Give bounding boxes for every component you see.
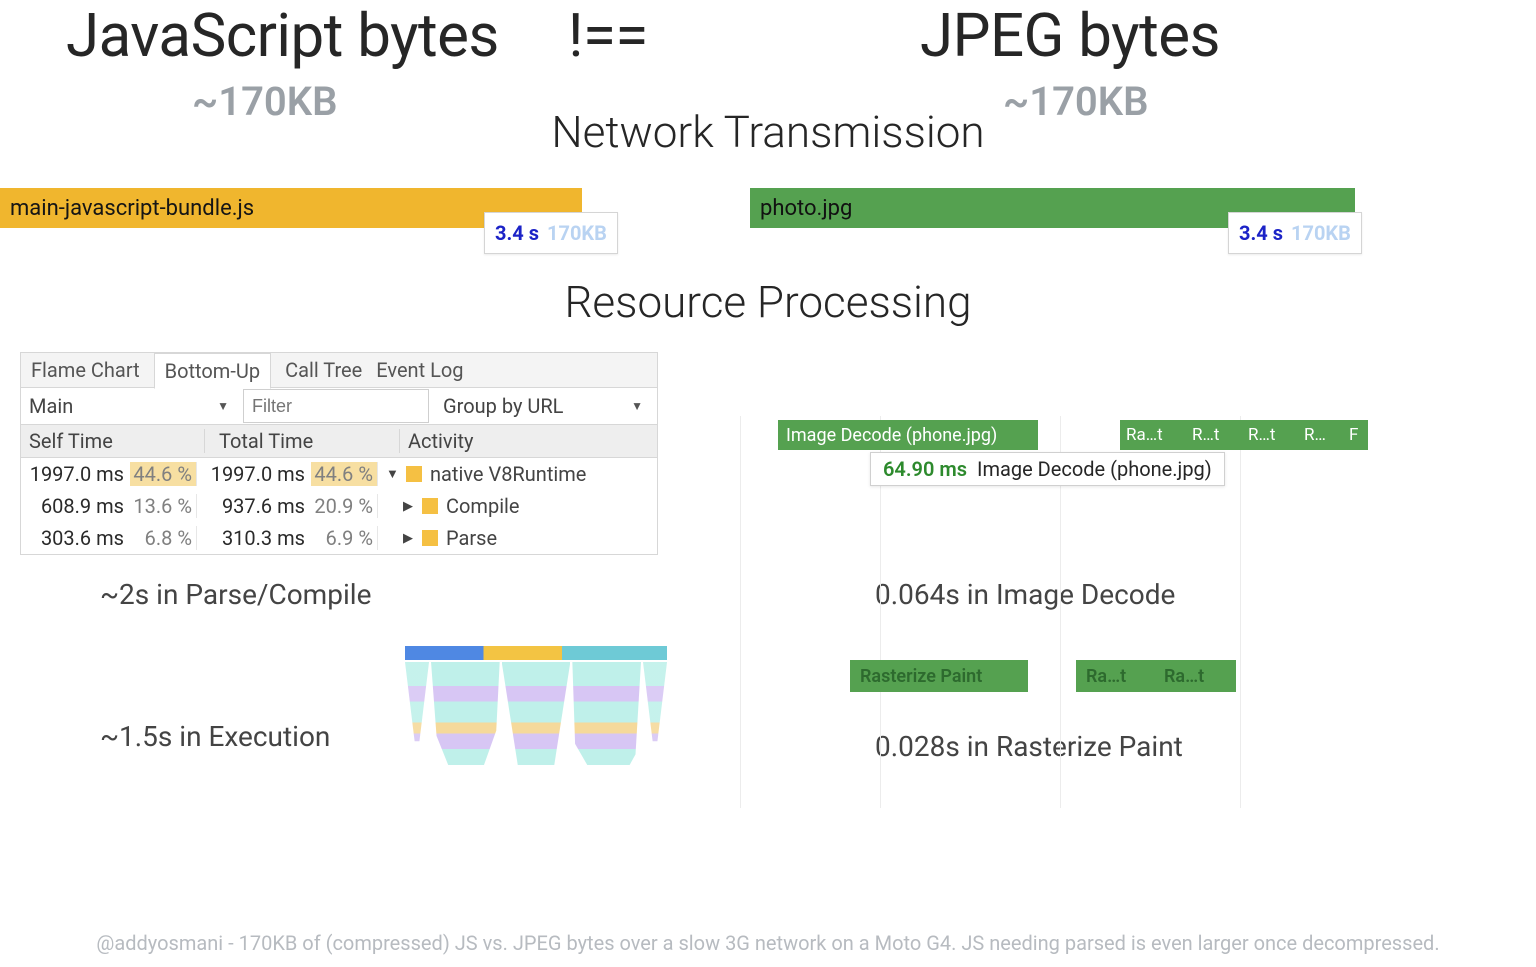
headline-left: JavaScript bytes xyxy=(66,4,499,67)
metric-rasterize-paint: 0.028s in Rasterize Paint xyxy=(875,730,1183,763)
header-total-time[interactable]: Total Time xyxy=(205,429,400,453)
network-tag-jpeg-time: 3.4 s xyxy=(1239,221,1283,245)
total-ms: 310.3 ms xyxy=(222,526,305,550)
section-resource-title: Resource Processing xyxy=(0,276,1536,328)
activity-color-icon xyxy=(406,466,422,482)
flame-chart-thumbnail xyxy=(405,646,667,792)
self-ms: 303.6 ms xyxy=(41,526,124,550)
metric-image-decode: 0.064s in Image Decode xyxy=(875,578,1175,611)
thread-select-label: Main xyxy=(29,394,73,418)
raster-chip[interactable]: Rasterize Paint xyxy=(850,660,1028,692)
network-tag-jpeg-size: 170KB xyxy=(1291,221,1351,245)
thread-select[interactable]: Main ▼ xyxy=(21,394,243,418)
activity-label: Parse xyxy=(446,526,497,550)
activity-label: native V8Runtime xyxy=(430,462,586,486)
decode-chip[interactable]: R…t xyxy=(1186,420,1244,450)
group-select-label: Group by URL xyxy=(443,394,563,418)
self-ms: 1997.0 ms xyxy=(30,462,124,486)
decode-chip[interactable]: Ra…t xyxy=(1120,420,1188,450)
self-pct: 44.6 % xyxy=(130,462,196,486)
decode-tooltip-ms: 64.90 ms xyxy=(883,457,967,481)
decode-chip[interactable]: F xyxy=(1346,420,1368,450)
decode-main-chip[interactable]: Image Decode (phone.jpg) xyxy=(778,420,1038,450)
footer-credit: @addyosmani - 170KB of (compressed) JS v… xyxy=(0,931,1536,955)
raster-chip[interactable]: Ra…t xyxy=(1076,660,1158,692)
tab-event-log[interactable]: Event Log xyxy=(376,358,463,382)
table-row[interactable]: 608.9 ms13.6 % 937.6 ms20.9 % ▶ Compile xyxy=(21,490,657,522)
network-tag-js-size: 170KB xyxy=(547,221,607,245)
network-tag-jpeg: 3.4 s 170KB xyxy=(1228,212,1362,254)
table-row[interactable]: 303.6 ms6.8 % 310.3 ms6.9 % ▶ Parse xyxy=(21,522,657,554)
tab-flame-chart[interactable]: Flame Chart xyxy=(31,358,140,382)
devtools-controls: Main ▼ Group by URL ▼ xyxy=(21,388,657,425)
self-pct: 13.6 % xyxy=(130,494,196,518)
header-self-time[interactable]: Self Time xyxy=(21,429,205,453)
decode-chip[interactable]: R… xyxy=(1298,420,1348,450)
decode-tooltip-label: Image Decode (phone.jpg) xyxy=(977,457,1212,481)
total-ms: 937.6 ms xyxy=(222,494,305,518)
section-network-title: Network Transmission xyxy=(0,106,1536,158)
filter-input[interactable] xyxy=(243,389,429,423)
image-decode-timeline: Image Decode (phone.jpg) Ra…t R…t R…t R…… xyxy=(740,416,1370,508)
devtools-rows: 1997.0 ms44.6 % 1997.0 ms44.6 % ▼native … xyxy=(21,458,657,554)
activity-label: Compile xyxy=(446,494,520,518)
expand-icon[interactable]: ▶ xyxy=(402,531,414,546)
total-ms: 1997.0 ms xyxy=(211,462,305,486)
self-pct: 6.8 % xyxy=(130,526,196,550)
network-tag-js-time: 3.4 s xyxy=(495,221,539,245)
metric-execution: ~1.5s in Execution xyxy=(100,720,330,753)
devtools-headers: Self Time Total Time Activity xyxy=(21,425,657,458)
headline-center: !== xyxy=(568,4,648,67)
expand-icon[interactable]: ▶ xyxy=(402,499,414,514)
group-select[interactable]: Group by URL ▼ xyxy=(429,394,657,418)
total-pct: 44.6 % xyxy=(311,462,377,486)
table-row[interactable]: 1997.0 ms44.6 % 1997.0 ms44.6 % ▼native … xyxy=(21,458,657,490)
self-ms: 608.9 ms xyxy=(41,494,124,518)
metric-parse-compile: ~2s in Parse/Compile xyxy=(100,578,371,611)
decode-chip[interactable]: R…t xyxy=(1242,420,1300,450)
header-activity[interactable]: Activity xyxy=(400,429,657,453)
tab-bottom-up[interactable]: Bottom-Up xyxy=(154,353,271,389)
network-tag-js: 3.4 s 170KB xyxy=(484,212,618,254)
tab-call-tree[interactable]: Call Tree xyxy=(285,358,362,382)
decode-tooltip: 64.90 ms Image Decode (phone.jpg) xyxy=(870,452,1225,486)
chevron-down-icon: ▼ xyxy=(217,399,229,413)
total-pct: 6.9 % xyxy=(311,526,377,550)
activity-color-icon xyxy=(422,498,438,514)
chevron-down-icon: ▼ xyxy=(631,399,643,413)
activity-color-icon xyxy=(422,530,438,546)
expand-icon[interactable]: ▼ xyxy=(386,466,398,482)
rasterize-paint-timeline: Rasterize Paint Ra…t Ra…t xyxy=(850,660,1250,700)
raster-chip[interactable]: Ra…t xyxy=(1154,660,1236,692)
total-pct: 20.9 % xyxy=(311,494,377,518)
headline-right: JPEG bytes xyxy=(920,4,1220,67)
devtools-tabs: Flame Chart Bottom-Up Call Tree Event Lo… xyxy=(21,353,657,388)
devtools-panel: Flame Chart Bottom-Up Call Tree Event Lo… xyxy=(20,352,658,555)
